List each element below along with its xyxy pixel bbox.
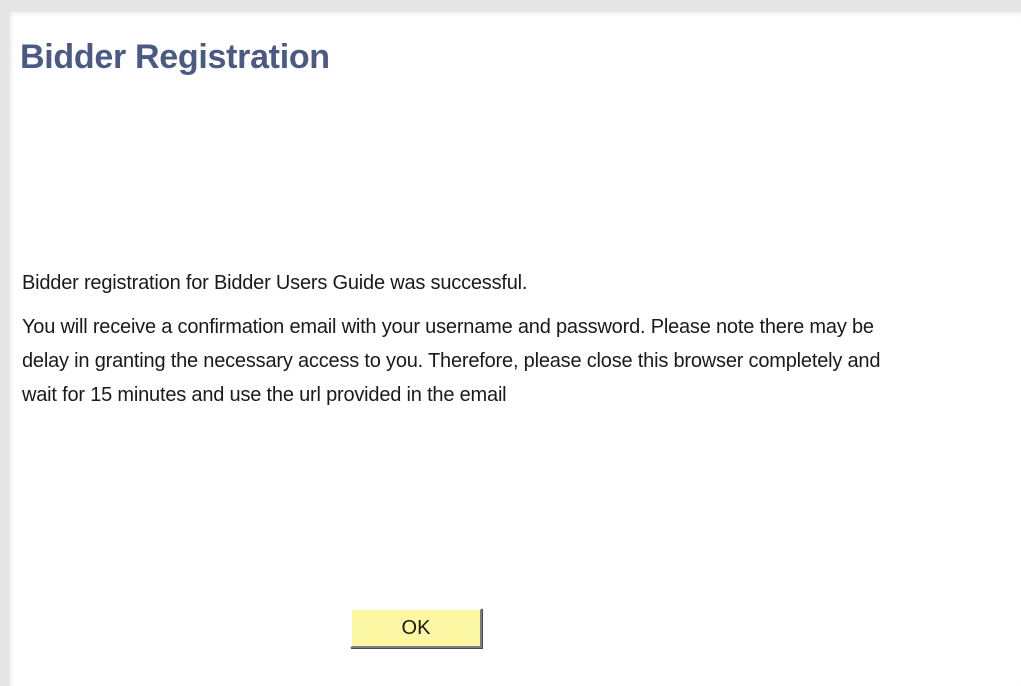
ok-button[interactable]: OK bbox=[350, 608, 482, 648]
confirmation-note-line-3: wait for 15 minutes and use the url prov… bbox=[22, 384, 507, 406]
confirmation-note-line-2: delay in granting the necessary access t… bbox=[22, 350, 881, 372]
confirmation-note-line-1: You will receive a confirmation email wi… bbox=[22, 316, 874, 338]
registration-panel: Bidder Registration Bidder registration … bbox=[0, 0, 1021, 686]
success-message: Bidder registration for Bidder Users Gui… bbox=[22, 272, 528, 294]
page-title: Bidder Registration bbox=[20, 38, 330, 76]
